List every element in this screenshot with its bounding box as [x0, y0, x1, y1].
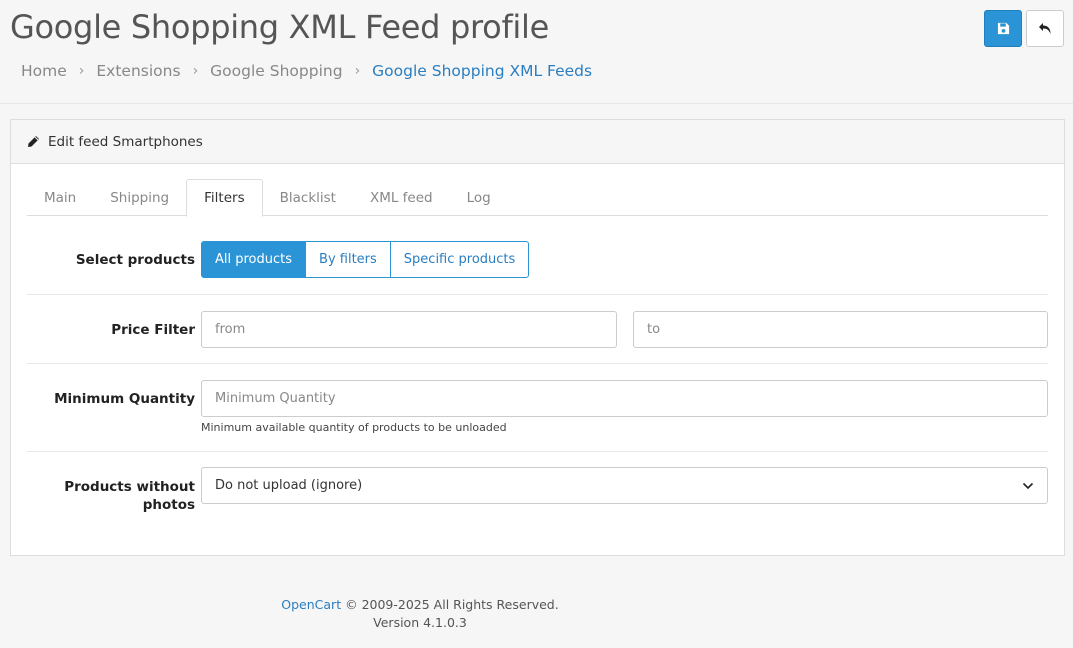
- select-products-label: Select products: [75, 252, 195, 268]
- edit-feed-card: Edit feed Smartphones Main Shipping Filt…: [10, 119, 1065, 556]
- page-header: Google Shopping XML Feed profile Home › …: [0, 0, 1073, 104]
- reply-icon: [1039, 23, 1051, 34]
- without-photos-select[interactable]: Do not upload (ignore): [201, 467, 1048, 504]
- without-photos-label-line2: photos: [142, 497, 195, 513]
- card-header: Edit feed Smartphones: [11, 120, 1064, 164]
- chevron-right-icon: ›: [192, 63, 199, 79]
- breadcrumb-google-shopping[interactable]: Google Shopping: [210, 62, 342, 80]
- select-products-row: Select products All products By filters …: [27, 241, 1048, 295]
- tab-main[interactable]: Main: [27, 179, 93, 216]
- breadcrumb-google-shopping-xml-feeds[interactable]: Google Shopping XML Feeds: [372, 62, 592, 80]
- tab-log[interactable]: Log: [450, 179, 508, 216]
- pencil-icon: [27, 135, 40, 148]
- footer-version: Version 4.1.0.3: [373, 615, 467, 630]
- min-quantity-input[interactable]: [201, 380, 1048, 417]
- price-filter-label: Price Filter: [111, 322, 195, 338]
- price-from-input[interactable]: [201, 311, 617, 348]
- without-photos-label: Products without photos: [64, 478, 195, 514]
- tab-xml-feed[interactable]: XML feed: [353, 179, 450, 216]
- breadcrumb: Home › Extensions › Google Shopping › Go…: [21, 62, 592, 80]
- by-filters-button[interactable]: By filters: [305, 241, 391, 278]
- opencart-link[interactable]: OpenCart: [281, 597, 341, 612]
- price-to-input[interactable]: [633, 311, 1048, 348]
- footer: OpenCart © 2009-2025 All Rights Reserved…: [0, 596, 840, 632]
- breadcrumb-home[interactable]: Home: [21, 62, 67, 80]
- back-button[interactable]: [1026, 10, 1064, 47]
- chevron-down-icon: [1022, 482, 1034, 490]
- save-icon: [997, 22, 1009, 35]
- tab-bar: Main Shipping Filters Blacklist XML feed…: [27, 179, 1048, 217]
- select-products-group: All products By filters Specific product…: [201, 241, 530, 278]
- all-products-button[interactable]: All products: [201, 241, 307, 278]
- without-photos-label-line1: Products without: [64, 479, 195, 495]
- min-quantity-help: Minimum available quantity of products t…: [201, 421, 507, 434]
- chevron-right-icon: ›: [78, 63, 85, 79]
- chevron-right-icon: ›: [354, 63, 361, 79]
- footer-copyright-line: OpenCart © 2009-2025 All Rights Reserved…: [0, 596, 840, 614]
- tab-shipping[interactable]: Shipping: [93, 179, 186, 216]
- breadcrumb-extensions[interactable]: Extensions: [96, 62, 180, 80]
- footer-copyright: © 2009-2025 All Rights Reserved.: [345, 597, 559, 612]
- specific-products-button[interactable]: Specific products: [389, 241, 530, 278]
- min-quantity-label: Minimum Quantity: [54, 391, 195, 407]
- min-quantity-row: Minimum Quantity Minimum available quant…: [27, 380, 1048, 452]
- without-photos-row: Products without photos Do not upload (i…: [27, 467, 1048, 527]
- card-title: Edit feed Smartphones: [48, 133, 203, 150]
- tab-filters[interactable]: Filters: [186, 179, 263, 217]
- without-photos-value: Do not upload (ignore): [215, 478, 363, 493]
- tab-blacklist[interactable]: Blacklist: [263, 179, 353, 216]
- price-filter-row: Price Filter: [27, 311, 1048, 364]
- save-button[interactable]: [984, 10, 1022, 47]
- page-title: Google Shopping XML Feed profile: [10, 8, 549, 46]
